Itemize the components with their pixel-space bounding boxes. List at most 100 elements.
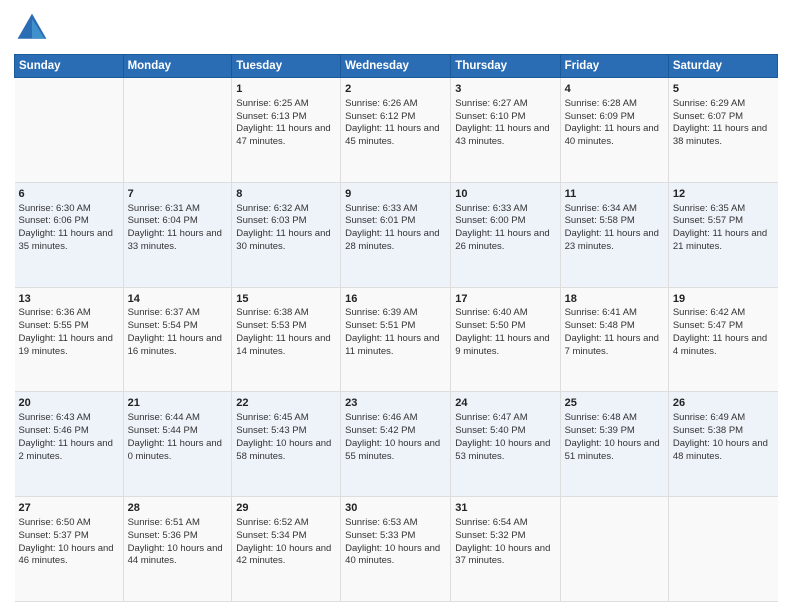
day-number: 13: [19, 292, 119, 307]
day-info: Sunrise: 6:27 AM Sunset: 6:10 PM Dayligh…: [455, 98, 552, 147]
day-info: Sunrise: 6:25 AM Sunset: 6:13 PM Dayligh…: [236, 98, 333, 147]
day-number: 19: [673, 292, 774, 307]
calendar-cell: 29Sunrise: 6:52 AM Sunset: 5:34 PM Dayli…: [232, 497, 341, 602]
week-row-3: 20Sunrise: 6:43 AM Sunset: 5:46 PM Dayli…: [15, 392, 778, 497]
calendar-cell: 22Sunrise: 6:45 AM Sunset: 5:43 PM Dayli…: [232, 392, 341, 497]
calendar-cell: 6Sunrise: 6:30 AM Sunset: 6:06 PM Daylig…: [15, 182, 124, 287]
calendar-cell: 31Sunrise: 6:54 AM Sunset: 5:32 PM Dayli…: [451, 497, 560, 602]
col-friday: Friday: [560, 55, 668, 78]
week-row-2: 13Sunrise: 6:36 AM Sunset: 5:55 PM Dayli…: [15, 287, 778, 392]
calendar-cell: 18Sunrise: 6:41 AM Sunset: 5:48 PM Dayli…: [560, 287, 668, 392]
day-number: 12: [673, 187, 774, 202]
calendar-cell: 24Sunrise: 6:47 AM Sunset: 5:40 PM Dayli…: [451, 392, 560, 497]
day-info: Sunrise: 6:44 AM Sunset: 5:44 PM Dayligh…: [128, 412, 225, 461]
day-number: 3: [455, 82, 555, 97]
calendar-cell: 20Sunrise: 6:43 AM Sunset: 5:46 PM Dayli…: [15, 392, 124, 497]
calendar-cell: 30Sunrise: 6:53 AM Sunset: 5:33 PM Dayli…: [341, 497, 451, 602]
day-info: Sunrise: 6:49 AM Sunset: 5:38 PM Dayligh…: [673, 412, 771, 461]
day-number: 5: [673, 82, 774, 97]
calendar-cell: 19Sunrise: 6:42 AM Sunset: 5:47 PM Dayli…: [668, 287, 777, 392]
day-number: 7: [128, 187, 228, 202]
day-info: Sunrise: 6:31 AM Sunset: 6:04 PM Dayligh…: [128, 203, 225, 252]
day-info: Sunrise: 6:32 AM Sunset: 6:03 PM Dayligh…: [236, 203, 333, 252]
calendar-cell: 5Sunrise: 6:29 AM Sunset: 6:07 PM Daylig…: [668, 78, 777, 183]
col-saturday: Saturday: [668, 55, 777, 78]
day-info: Sunrise: 6:33 AM Sunset: 6:00 PM Dayligh…: [455, 203, 552, 252]
day-info: Sunrise: 6:42 AM Sunset: 5:47 PM Dayligh…: [673, 307, 770, 356]
calendar-cell: [123, 78, 232, 183]
day-number: 31: [455, 501, 555, 516]
day-number: 4: [565, 82, 664, 97]
day-number: 21: [128, 396, 228, 411]
day-info: Sunrise: 6:34 AM Sunset: 5:58 PM Dayligh…: [565, 203, 662, 252]
day-number: 26: [673, 396, 774, 411]
calendar-cell: 13Sunrise: 6:36 AM Sunset: 5:55 PM Dayli…: [15, 287, 124, 392]
col-wednesday: Wednesday: [341, 55, 451, 78]
day-number: 29: [236, 501, 336, 516]
calendar-cell: 15Sunrise: 6:38 AM Sunset: 5:53 PM Dayli…: [232, 287, 341, 392]
day-number: 9: [345, 187, 446, 202]
day-info: Sunrise: 6:46 AM Sunset: 5:42 PM Dayligh…: [345, 412, 443, 461]
day-number: 23: [345, 396, 446, 411]
day-info: Sunrise: 6:43 AM Sunset: 5:46 PM Dayligh…: [19, 412, 116, 461]
day-number: 24: [455, 396, 555, 411]
day-info: Sunrise: 6:45 AM Sunset: 5:43 PM Dayligh…: [236, 412, 334, 461]
week-row-0: 1Sunrise: 6:25 AM Sunset: 6:13 PM Daylig…: [15, 78, 778, 183]
day-info: Sunrise: 6:52 AM Sunset: 5:34 PM Dayligh…: [236, 517, 334, 566]
calendar-cell: [560, 497, 668, 602]
day-info: Sunrise: 6:33 AM Sunset: 6:01 PM Dayligh…: [345, 203, 442, 252]
calendar-cell: 25Sunrise: 6:48 AM Sunset: 5:39 PM Dayli…: [560, 392, 668, 497]
day-info: Sunrise: 6:54 AM Sunset: 5:32 PM Dayligh…: [455, 517, 553, 566]
day-number: 25: [565, 396, 664, 411]
day-info: Sunrise: 6:39 AM Sunset: 5:51 PM Dayligh…: [345, 307, 442, 356]
calendar-cell: 17Sunrise: 6:40 AM Sunset: 5:50 PM Dayli…: [451, 287, 560, 392]
day-number: 22: [236, 396, 336, 411]
day-info: Sunrise: 6:36 AM Sunset: 5:55 PM Dayligh…: [19, 307, 116, 356]
calendar-cell: 8Sunrise: 6:32 AM Sunset: 6:03 PM Daylig…: [232, 182, 341, 287]
header: [14, 10, 778, 46]
day-number: 27: [19, 501, 119, 516]
day-number: 11: [565, 187, 664, 202]
day-info: Sunrise: 6:26 AM Sunset: 6:12 PM Dayligh…: [345, 98, 442, 147]
day-info: Sunrise: 6:37 AM Sunset: 5:54 PM Dayligh…: [128, 307, 225, 356]
header-row: Sunday Monday Tuesday Wednesday Thursday…: [15, 55, 778, 78]
day-info: Sunrise: 6:41 AM Sunset: 5:48 PM Dayligh…: [565, 307, 662, 356]
day-info: Sunrise: 6:28 AM Sunset: 6:09 PM Dayligh…: [565, 98, 662, 147]
calendar-cell: 16Sunrise: 6:39 AM Sunset: 5:51 PM Dayli…: [341, 287, 451, 392]
day-info: Sunrise: 6:40 AM Sunset: 5:50 PM Dayligh…: [455, 307, 552, 356]
day-info: Sunrise: 6:29 AM Sunset: 6:07 PM Dayligh…: [673, 98, 770, 147]
calendar-header: Sunday Monday Tuesday Wednesday Thursday…: [15, 55, 778, 78]
day-info: Sunrise: 6:35 AM Sunset: 5:57 PM Dayligh…: [673, 203, 770, 252]
col-tuesday: Tuesday: [232, 55, 341, 78]
calendar-cell: 2Sunrise: 6:26 AM Sunset: 6:12 PM Daylig…: [341, 78, 451, 183]
day-number: 14: [128, 292, 228, 307]
calendar-cell: 26Sunrise: 6:49 AM Sunset: 5:38 PM Dayli…: [668, 392, 777, 497]
calendar-body: 1Sunrise: 6:25 AM Sunset: 6:13 PM Daylig…: [15, 78, 778, 602]
logo: [14, 10, 54, 46]
day-number: 28: [128, 501, 228, 516]
day-number: 1: [236, 82, 336, 97]
calendar-cell: 27Sunrise: 6:50 AM Sunset: 5:37 PM Dayli…: [15, 497, 124, 602]
week-row-4: 27Sunrise: 6:50 AM Sunset: 5:37 PM Dayli…: [15, 497, 778, 602]
calendar-cell: 28Sunrise: 6:51 AM Sunset: 5:36 PM Dayli…: [123, 497, 232, 602]
calendar-cell: 7Sunrise: 6:31 AM Sunset: 6:04 PM Daylig…: [123, 182, 232, 287]
day-number: 16: [345, 292, 446, 307]
day-number: 8: [236, 187, 336, 202]
day-info: Sunrise: 6:48 AM Sunset: 5:39 PM Dayligh…: [565, 412, 663, 461]
day-number: 6: [19, 187, 119, 202]
day-number: 20: [19, 396, 119, 411]
day-info: Sunrise: 6:38 AM Sunset: 5:53 PM Dayligh…: [236, 307, 333, 356]
calendar-cell: 11Sunrise: 6:34 AM Sunset: 5:58 PM Dayli…: [560, 182, 668, 287]
calendar-cell: [668, 497, 777, 602]
calendar-cell: 10Sunrise: 6:33 AM Sunset: 6:00 PM Dayli…: [451, 182, 560, 287]
day-number: 15: [236, 292, 336, 307]
day-number: 18: [565, 292, 664, 307]
calendar-cell: 4Sunrise: 6:28 AM Sunset: 6:09 PM Daylig…: [560, 78, 668, 183]
day-info: Sunrise: 6:53 AM Sunset: 5:33 PM Dayligh…: [345, 517, 443, 566]
calendar-cell: 14Sunrise: 6:37 AM Sunset: 5:54 PM Dayli…: [123, 287, 232, 392]
day-info: Sunrise: 6:51 AM Sunset: 5:36 PM Dayligh…: [128, 517, 226, 566]
calendar-cell: 3Sunrise: 6:27 AM Sunset: 6:10 PM Daylig…: [451, 78, 560, 183]
calendar-cell: 1Sunrise: 6:25 AM Sunset: 6:13 PM Daylig…: [232, 78, 341, 183]
calendar-table: Sunday Monday Tuesday Wednesday Thursday…: [14, 54, 778, 602]
logo-icon: [14, 10, 50, 46]
